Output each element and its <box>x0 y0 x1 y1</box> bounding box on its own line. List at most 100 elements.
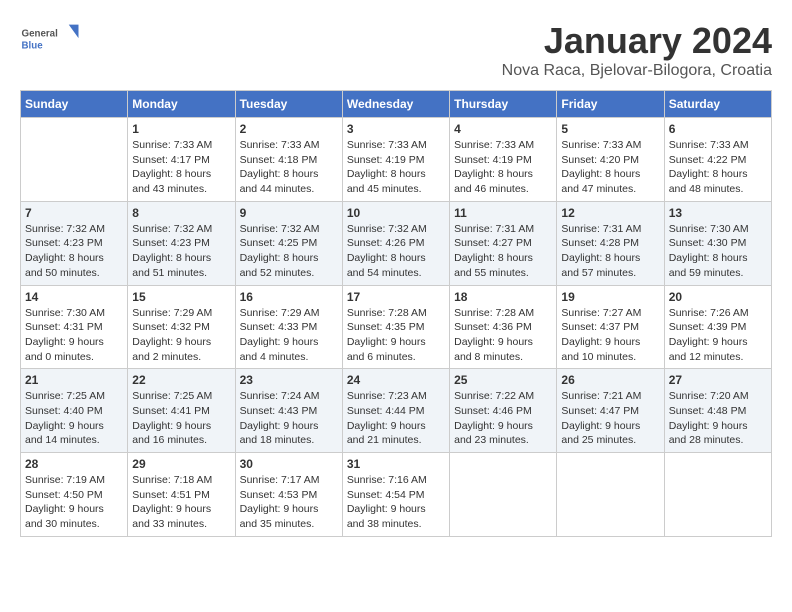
day-info: Sunrise: 7:30 AMSunset: 4:30 PMDaylight:… <box>669 222 767 281</box>
day-number: 19 <box>561 290 659 304</box>
weekday-header-sunday: Sunday <box>21 91 128 118</box>
day-number: 31 <box>347 457 445 471</box>
calendar-table: SundayMondayTuesdayWednesdayThursdayFrid… <box>20 90 772 537</box>
title-section: January 2024 Nova Raca, Bjelovar-Bilogor… <box>502 20 772 80</box>
calendar-cell <box>664 453 771 537</box>
calendar-cell: 2 Sunrise: 7:33 AMSunset: 4:18 PMDaylight… <box>235 118 342 202</box>
day-info: Sunrise: 7:18 AMSunset: 4:51 PMDaylight:… <box>132 473 230 532</box>
day-number: 4 <box>454 122 552 136</box>
calendar-cell: 28Sunrise: 7:19 AMSunset: 4:50 PMDayligh… <box>21 453 128 537</box>
calendar-cell: 24Sunrise: 7:23 AMSunset: 4:44 PMDayligh… <box>342 369 449 453</box>
calendar-subtitle: Nova Raca, Bjelovar-Bilogora, Croatia <box>502 62 772 80</box>
calendar-cell: 16 Sunrise: 7:29 AMSunset: 4:33 PMDayligh… <box>235 285 342 369</box>
day-info: Sunrise: 7:33 AMSunset: 4:19 PMDaylight:… <box>454 138 552 197</box>
header: General Blue January 2024 Nova Raca, Bje… <box>20 20 772 80</box>
calendar-cell: 18 Sunrise: 7:28 AMSunset: 4:36 PMDayligh… <box>450 285 557 369</box>
day-info: Sunrise: 7:33 AMSunset: 4:17 PMDaylight:… <box>132 138 230 197</box>
day-number: 25 <box>454 373 552 387</box>
day-info: Sunrise: 7:33 AMSunset: 4:20 PMDaylight:… <box>561 138 659 197</box>
day-number: 15 <box>132 290 230 304</box>
day-number: 10 <box>347 206 445 220</box>
day-number: 23 <box>240 373 338 387</box>
day-info: Sunrise: 7:27 AMSunset: 4:37 PMDaylight:… <box>561 306 659 365</box>
calendar-cell: 17 Sunrise: 7:28 AMSunset: 4:35 PMDayligh… <box>342 285 449 369</box>
week-row-1: 1 Sunrise: 7:33 AMSunset: 4:17 PMDaylight… <box>21 118 772 202</box>
day-info: Sunrise: 7:24 AMSunset: 4:43 PMDaylight:… <box>240 389 338 448</box>
day-info: Sunrise: 7:32 AMSunset: 4:26 PMDaylight:… <box>347 222 445 281</box>
calendar-cell: 12Sunrise: 7:31 AMSunset: 4:28 PMDayligh… <box>557 201 664 285</box>
calendar-cell: 14 Sunrise: 7:30 AMSunset: 4:31 PMDayligh… <box>21 285 128 369</box>
day-number: 1 <box>132 122 230 136</box>
svg-text:Blue: Blue <box>22 41 44 52</box>
calendar-cell: 29Sunrise: 7:18 AMSunset: 4:51 PMDayligh… <box>128 453 235 537</box>
day-number: 24 <box>347 373 445 387</box>
day-number: 17 <box>347 290 445 304</box>
day-number: 27 <box>669 373 767 387</box>
calendar-cell <box>450 453 557 537</box>
day-number: 11 <box>454 206 552 220</box>
calendar-cell: 7 Sunrise: 7:32 AMSunset: 4:23 PMDaylight… <box>21 201 128 285</box>
calendar-cell: 31 Sunrise: 7:16 AMSunset: 4:54 PMDayligh… <box>342 453 449 537</box>
week-row-5: 28Sunrise: 7:19 AMSunset: 4:50 PMDayligh… <box>21 453 772 537</box>
day-number: 21 <box>25 373 123 387</box>
calendar-cell <box>557 453 664 537</box>
day-info: Sunrise: 7:31 AMSunset: 4:27 PMDaylight:… <box>454 222 552 281</box>
calendar-cell: 26Sunrise: 7:21 AMSunset: 4:47 PMDayligh… <box>557 369 664 453</box>
calendar-cell: 22Sunrise: 7:25 AMSunset: 4:41 PMDayligh… <box>128 369 235 453</box>
calendar-cell: 10 Sunrise: 7:32 AMSunset: 4:26 PMDayligh… <box>342 201 449 285</box>
day-info: Sunrise: 7:33 AMSunset: 4:22 PMDaylight:… <box>669 138 767 197</box>
logo: General Blue <box>20 20 80 60</box>
day-info: Sunrise: 7:28 AMSunset: 4:35 PMDaylight:… <box>347 306 445 365</box>
day-number: 18 <box>454 290 552 304</box>
weekday-header-wednesday: Wednesday <box>342 91 449 118</box>
calendar-cell: 21 Sunrise: 7:25 AMSunset: 4:40 PMDayligh… <box>21 369 128 453</box>
calendar-cell: 30Sunrise: 7:17 AMSunset: 4:53 PMDayligh… <box>235 453 342 537</box>
calendar-cell: 3 Sunrise: 7:33 AMSunset: 4:19 PMDaylight… <box>342 118 449 202</box>
week-row-4: 21 Sunrise: 7:25 AMSunset: 4:40 PMDayligh… <box>21 369 772 453</box>
calendar-title: January 2024 <box>502 20 772 62</box>
day-number: 22 <box>132 373 230 387</box>
day-info: Sunrise: 7:28 AMSunset: 4:36 PMDaylight:… <box>454 306 552 365</box>
weekday-header-tuesday: Tuesday <box>235 91 342 118</box>
calendar-cell: 15 Sunrise: 7:29 AMSunset: 4:32 PMDayligh… <box>128 285 235 369</box>
day-info: Sunrise: 7:32 AMSunset: 4:23 PMDaylight:… <box>132 222 230 281</box>
calendar-cell: 1 Sunrise: 7:33 AMSunset: 4:17 PMDaylight… <box>128 118 235 202</box>
day-info: Sunrise: 7:33 AMSunset: 4:19 PMDaylight:… <box>347 138 445 197</box>
day-info: Sunrise: 7:30 AMSunset: 4:31 PMDaylight:… <box>25 306 123 365</box>
calendar-cell <box>21 118 128 202</box>
calendar-cell: 5 Sunrise: 7:33 AMSunset: 4:20 PMDaylight… <box>557 118 664 202</box>
day-number: 7 <box>25 206 123 220</box>
weekday-header-saturday: Saturday <box>664 91 771 118</box>
calendar-cell: 20 Sunrise: 7:26 AMSunset: 4:39 PMDayligh… <box>664 285 771 369</box>
weekday-header-thursday: Thursday <box>450 91 557 118</box>
day-info: Sunrise: 7:17 AMSunset: 4:53 PMDaylight:… <box>240 473 338 532</box>
day-info: Sunrise: 7:33 AMSunset: 4:18 PMDaylight:… <box>240 138 338 197</box>
svg-text:General: General <box>22 29 59 40</box>
day-info: Sunrise: 7:29 AMSunset: 4:32 PMDaylight:… <box>132 306 230 365</box>
day-info: Sunrise: 7:21 AMSunset: 4:47 PMDaylight:… <box>561 389 659 448</box>
day-info: Sunrise: 7:25 AMSunset: 4:40 PMDaylight:… <box>25 389 123 448</box>
day-number: 3 <box>347 122 445 136</box>
day-info: Sunrise: 7:26 AMSunset: 4:39 PMDaylight:… <box>669 306 767 365</box>
calendar-cell: 27Sunrise: 7:20 AMSunset: 4:48 PMDayligh… <box>664 369 771 453</box>
weekday-header-row: SundayMondayTuesdayWednesdayThursdayFrid… <box>21 91 772 118</box>
day-number: 2 <box>240 122 338 136</box>
day-info: Sunrise: 7:32 AMSunset: 4:23 PMDaylight:… <box>25 222 123 281</box>
day-number: 5 <box>561 122 659 136</box>
weekday-header-friday: Friday <box>557 91 664 118</box>
day-number: 6 <box>669 122 767 136</box>
day-info: Sunrise: 7:29 AMSunset: 4:33 PMDaylight:… <box>240 306 338 365</box>
week-row-2: 7 Sunrise: 7:32 AMSunset: 4:23 PMDaylight… <box>21 201 772 285</box>
calendar-cell: 23 Sunrise: 7:24 AMSunset: 4:43 PMDayligh… <box>235 369 342 453</box>
day-number: 16 <box>240 290 338 304</box>
day-number: 8 <box>132 206 230 220</box>
calendar-cell: 9Sunrise: 7:32 AMSunset: 4:25 PMDaylight… <box>235 201 342 285</box>
calendar-cell: 8 Sunrise: 7:32 AMSunset: 4:23 PMDaylight… <box>128 201 235 285</box>
weekday-header-monday: Monday <box>128 91 235 118</box>
logo-svg: General Blue <box>20 20 80 60</box>
day-number: 20 <box>669 290 767 304</box>
calendar-cell: 4 Sunrise: 7:33 AMSunset: 4:19 PMDaylight… <box>450 118 557 202</box>
day-info: Sunrise: 7:32 AMSunset: 4:25 PMDaylight:… <box>240 222 338 281</box>
day-number: 14 <box>25 290 123 304</box>
day-info: Sunrise: 7:16 AMSunset: 4:54 PMDaylight:… <box>347 473 445 532</box>
